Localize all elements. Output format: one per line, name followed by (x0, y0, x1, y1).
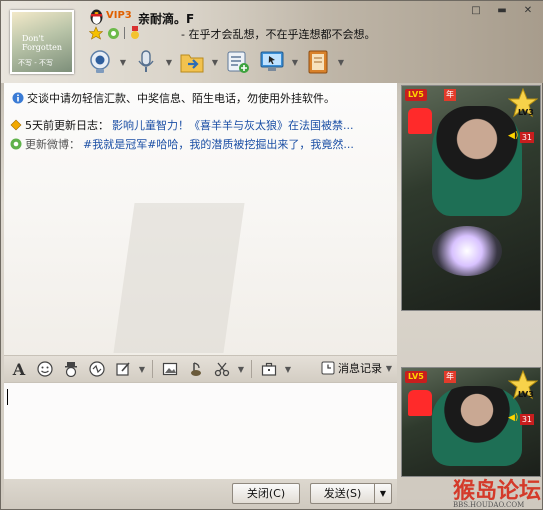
self-video-panel[interactable]: LV5 年 LV3 ◀) 31 (401, 367, 541, 477)
weibo-update-link[interactable]: #我就是冠军#哈哈，我的潜质被挖掘出来了，我竟然... (83, 136, 354, 152)
window-controls: □ ▬ ✕ (464, 4, 540, 19)
emoticon-icon[interactable] (34, 358, 56, 380)
more-dropdown-arrow[interactable]: ▼ (337, 58, 345, 67)
more-apps-button[interactable] (303, 47, 333, 77)
handwriting-icon[interactable] (112, 358, 134, 380)
folder-send-icon (180, 54, 204, 73)
lv3-label: LV3 (518, 108, 534, 117)
history-dropdown-arrow[interactable]: ▼ (385, 364, 393, 373)
file-dropdown-arrow[interactable]: ▼ (211, 58, 219, 67)
monitor-icon (260, 51, 284, 71)
format-toolbar: A ▼ ▼ ▼ 消息记录 ▼ (4, 355, 397, 383)
toolbox-icon[interactable] (258, 358, 280, 380)
contact-photo (432, 106, 522, 216)
send-options-dropdown[interactable]: ▼ (374, 483, 392, 504)
webcam-icon (90, 50, 110, 73)
screenshot-scissors-icon[interactable] (211, 358, 233, 380)
message-history-button[interactable]: 消息记录 ▼ (321, 360, 393, 376)
count-badge: 31 (519, 132, 534, 143)
remote-dropdown-arrow[interactable]: ▼ (291, 58, 299, 67)
voice-dropdown-arrow[interactable]: ▼ (165, 58, 173, 67)
blog-update-link[interactable]: 影响儿童智力！《喜羊羊与灰太狼》在法国被禁... (112, 117, 354, 133)
notebook-icon (308, 50, 328, 74)
text-cursor (7, 389, 8, 405)
avatar-caption-2: 不写 - 不写 (18, 59, 53, 67)
flame-icon (408, 390, 432, 416)
toolbar-separator (251, 360, 252, 378)
toolbar-separator (152, 360, 153, 378)
shake-icon[interactable] (86, 358, 108, 380)
speaker-icon[interactable]: ◀) (508, 413, 518, 423)
video-dropdown-arrow[interactable]: ▼ (119, 58, 127, 67)
avatar-caption: Don't Forgotten (22, 34, 63, 52)
year-badge: 年 (444, 371, 456, 383)
weibo-status-icon[interactable] (107, 27, 120, 40)
flame-icon (408, 108, 432, 134)
apps-button[interactable] (223, 47, 253, 77)
message-input[interactable] (4, 383, 397, 479)
count-badge: 31 (519, 414, 534, 425)
send-button[interactable]: 发送(S) (310, 483, 374, 504)
image-icon[interactable] (159, 358, 181, 380)
contact-video-panel[interactable]: LV5 年 LV3 ◀) 31 (401, 85, 541, 311)
chat-toolbar: ▼ ▼ ▼ ▼ ▼ (85, 45, 345, 79)
info-icon (12, 92, 24, 104)
security-notice: 交谈中请勿轻信汇款、中奖信息、陌生电话，勿使用外挂软件。 (12, 90, 335, 106)
lv3-star-icon: LV3 (507, 87, 539, 118)
contact-signature: - 在乎才会乱想，不在乎连想都不会想。 (181, 28, 376, 41)
bottom-bar: 关闭(C) 发送(S) ▼ (4, 479, 397, 509)
vip-badge: VIP3 (106, 10, 132, 21)
voice-chat-button[interactable] (131, 47, 161, 77)
security-notice-text: 交谈中请勿轻信汇款、中奖信息、陌生电话，勿使用外挂软件。 (27, 92, 335, 105)
video-chat-button[interactable] (85, 47, 115, 77)
close-window-button[interactable]: ✕ (516, 4, 540, 19)
minimize-button[interactable]: ▬ (490, 4, 514, 19)
blog-update-label: 5天前更新日志： (25, 119, 109, 132)
send-file-button[interactable] (177, 47, 207, 77)
level-badge: LV5 (405, 89, 427, 101)
handwriting-dropdown-arrow[interactable]: ▼ (138, 365, 146, 374)
weibo-icon (10, 138, 22, 150)
message-history-area[interactable]: 交谈中请勿轻信汇款、中奖信息、陌生电话，勿使用外挂软件。 5天前更新日志： 影响… (4, 83, 397, 355)
message-history-label: 消息记录 (338, 362, 382, 375)
clock-icon (321, 361, 335, 375)
list-add-icon (227, 51, 249, 73)
chat-window: Don't Forgotten 不写 - 不写 VIP3 亲耐滴。F - 在乎才… (0, 0, 543, 510)
window-menu-button[interactable]: □ (464, 4, 488, 19)
year-badge: 年 (444, 89, 456, 101)
lv3-star-icon: LV3 (507, 369, 539, 400)
remote-assist-button[interactable] (257, 47, 287, 77)
background-decoration (113, 203, 245, 353)
status-icons (89, 25, 141, 41)
blog-icon (10, 119, 22, 131)
light-glow (432, 226, 502, 276)
weibo-update-line: 更新微博： #我就是冠军#哈哈，我的潜质被挖掘出来了，我竟然... (10, 136, 354, 152)
contact-nickname[interactable]: 亲耐滴。F (138, 10, 194, 27)
weibo-update-label: 更新微博： (25, 138, 80, 151)
font-icon[interactable]: A (8, 358, 30, 380)
divider (124, 27, 125, 39)
level-badge: LV5 (405, 371, 427, 383)
star-icon[interactable] (89, 26, 103, 40)
avatar[interactable]: Don't Forgotten 不写 - 不写 (10, 10, 74, 74)
scissors-dropdown-arrow[interactable]: ▼ (237, 365, 245, 374)
microphone-icon (138, 50, 154, 72)
qq-penguin-icon (90, 9, 103, 25)
close-button[interactable]: 关闭(C) (232, 483, 300, 504)
window-header: Don't Forgotten 不写 - 不写 VIP3 亲耐滴。F - 在乎才… (1, 1, 543, 83)
blog-update-line: 5天前更新日志： 影响儿童智力！《喜羊羊与灰太狼》在法国被禁... (10, 117, 354, 133)
toolbox-dropdown-arrow[interactable]: ▼ (284, 365, 292, 374)
watermark-logo: 猴岛论坛 BBS.HOUDAO.COM (453, 473, 541, 509)
medal-icon[interactable] (129, 26, 141, 40)
magic-emoticon-icon[interactable] (60, 358, 82, 380)
speaker-icon[interactable]: ◀) (508, 131, 518, 141)
lv3-label: LV3 (518, 390, 534, 399)
music-icon[interactable] (185, 358, 207, 380)
